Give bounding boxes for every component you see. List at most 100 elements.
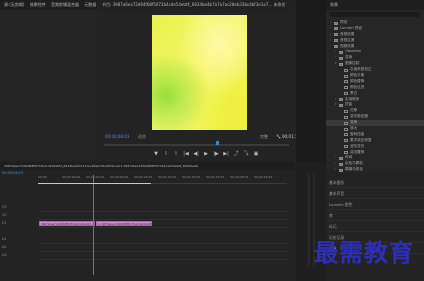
timeline-clip[interactable]: fx 3987a6ea72d64f68f5072b4cde54ebf4_6634… <box>96 221 152 226</box>
workspace-panel-item[interactable]: 基本声音 <box>326 188 424 199</box>
ruler-tick-label: 00;01;52;02 <box>206 175 225 179</box>
go-to-out-button[interactable]: ▶| <box>223 151 229 157</box>
folder-icon <box>339 156 343 160</box>
folder-icon <box>339 168 343 172</box>
timeline-clip[interactable]: 3987a6ea72d64f68f5072b4cde54ebf4_6634be4… <box>39 221 95 226</box>
tab-effect-controls[interactable]: 效果控件 <box>30 0 46 10</box>
ruler-tick-label: 00;00 <box>38 175 47 179</box>
folder-icon <box>334 21 338 25</box>
track-divider <box>38 219 287 220</box>
track-label: V2 <box>2 213 7 217</box>
effect-file-icon <box>344 121 348 125</box>
timeline-playhead[interactable] <box>93 175 94 275</box>
watermark-logo: 最需教育 <box>314 238 414 267</box>
folder-icon <box>339 50 343 54</box>
ruler-tick-label: 00;01;20;02 <box>158 175 177 179</box>
folder-icon <box>334 33 338 37</box>
ruler-tick-label: 00;01;36;02 <box>182 175 201 179</box>
current-timecode[interactable]: 00;00;08;03 <box>105 134 129 139</box>
track-label: V1 <box>2 221 7 225</box>
ruler-tick-label: 00;00;32;00 <box>86 175 105 179</box>
mark-in-button[interactable]: I <box>163 151 169 157</box>
lift-button[interactable]: ⤴ <box>233 151 239 157</box>
effects-panel-title[interactable]: 效果 <box>326 0 424 10</box>
effect-file-icon <box>344 86 348 90</box>
track-label: V3 <box>2 205 7 209</box>
folder-icon <box>334 39 338 43</box>
add-marker-button[interactable]: ▼ <box>153 151 159 157</box>
track-divider <box>38 243 287 244</box>
track-header-v3[interactable]: V3 <box>0 203 38 211</box>
effects-search-input[interactable] <box>330 12 420 17</box>
track-divider <box>38 211 287 212</box>
workspace-panel-item[interactable]: 标记 <box>326 221 424 232</box>
effect-file-icon <box>344 109 348 113</box>
export-frame-button[interactable]: ▣ <box>253 151 259 157</box>
panel-gutter <box>296 0 326 162</box>
folder-icon <box>334 27 338 31</box>
ruler-tick-label: 00;02;08;04 <box>230 175 249 179</box>
play-button[interactable]: ▶ <box>203 151 209 157</box>
ruler-tick-label: 00;00;48;00 <box>110 175 129 179</box>
folder-icon <box>339 62 343 66</box>
program-monitor: 节目: 3987a6ea72d64f68f5072b4cde54ebf4_663… <box>98 0 306 160</box>
ruler-tick-label: 00;00;16;00 <box>62 175 81 179</box>
wrench-icon[interactable]: 🔧 <box>276 134 281 139</box>
tab-source[interactable]: 源:(无剪辑) <box>4 0 24 10</box>
program-playhead[interactable] <box>216 141 219 145</box>
fit-dropdown[interactable]: 适合 <box>138 134 146 140</box>
effects-panel: 效果 › 预设 › Lumetri 预设 › 音频效果 › 音频过渡 › 视频效果 › Obsolet… <box>326 0 424 173</box>
meter-bar-left <box>308 174 310 266</box>
video-frame <box>152 15 247 130</box>
sequence-tab[interactable]: 3987a6ea72d64f68f5072b4cde54ebf4_6634be4… <box>0 162 295 170</box>
effect-file-icon <box>344 92 348 96</box>
tab-audio-mixer[interactable]: 音频剪辑混合器 <box>51 0 79 10</box>
effect-file-icon <box>344 68 348 72</box>
track-divider <box>38 259 287 260</box>
transport-controls: ▼ I I |◀ ◀| ▶ |▶ ▶| ⤴ ⤵ ▣ <box>153 151 259 157</box>
go-to-in-button[interactable]: |◀ <box>183 151 189 157</box>
effect-file-icon <box>344 74 348 78</box>
mark-out-button[interactable]: I <box>173 151 179 157</box>
folder-icon <box>339 56 343 60</box>
timeline-timecode[interactable]: 00;00;08;03 <box>2 171 23 175</box>
effects-tree-item[interactable]: › 模糊与锐化 <box>326 167 424 173</box>
workspace-panel-item[interactable]: 基本图形 <box>326 177 424 188</box>
effect-file-icon <box>344 145 348 149</box>
effect-file-icon <box>344 127 348 131</box>
track-divider <box>38 227 287 228</box>
source-panel: 源:(无剪辑) 效果控件 音频剪辑混合器 元数据 <box>0 0 97 160</box>
tab-metadata[interactable]: 元数据 <box>84 0 96 10</box>
premiere-window: 源:(无剪辑) 效果控件 音频剪辑混合器 元数据 节目: 3987a6ea72d… <box>0 0 424 281</box>
track-header-a2[interactable]: A2 <box>0 243 38 251</box>
track-header-v2[interactable]: V2 <box>0 211 38 219</box>
extract-button[interactable]: ⤵ <box>243 151 249 157</box>
program-scrub-bar[interactable] <box>104 144 289 146</box>
program-monitor-title[interactable]: 节目: 3987a6ea72d64f68f5072b4cde54ebf4_663… <box>98 0 295 10</box>
effect-file-icon <box>344 80 348 84</box>
folder-icon <box>339 98 343 102</box>
work-area-bar[interactable] <box>38 183 151 184</box>
effect-file-icon <box>344 115 348 119</box>
quality-dropdown[interactable]: 完整 <box>260 134 268 140</box>
track-label: A2 <box>2 245 7 249</box>
workspace-panel-item[interactable]: Lumetri 颜色 <box>326 199 424 210</box>
track-header-v1[interactable]: V1 <box>0 219 38 227</box>
track-header-a1[interactable]: A1 <box>0 235 38 243</box>
source-panel-tabs: 源:(无剪辑) 效果控件 音频剪辑混合器 元数据 <box>0 0 97 10</box>
effect-file-icon <box>344 133 348 137</box>
ruler-tick-label: 00;02;24;04 <box>254 175 273 179</box>
folder-icon <box>339 103 343 107</box>
chevron-right-icon[interactable]: › <box>335 167 336 173</box>
effect-file-icon <box>344 139 348 143</box>
track-label: A3 <box>2 253 7 257</box>
ruler-tick-label: 00;01;04;02 <box>134 175 153 179</box>
track-label: A1 <box>2 237 7 241</box>
step-back-button[interactable]: ◀| <box>193 151 199 157</box>
effects-tree-item-label: 模糊与锐化 <box>345 167 363 172</box>
track-divider <box>38 251 287 252</box>
step-forward-button[interactable]: |▶ <box>213 151 219 157</box>
effects-tree: › 预设 › Lumetri 预设 › 音频效果 › 音频过渡 › 视频效果 › Obsolete › 变… <box>326 20 424 173</box>
track-header-a3[interactable]: A3 <box>0 251 38 259</box>
workspace-panel-item[interactable]: 库 <box>326 210 424 221</box>
